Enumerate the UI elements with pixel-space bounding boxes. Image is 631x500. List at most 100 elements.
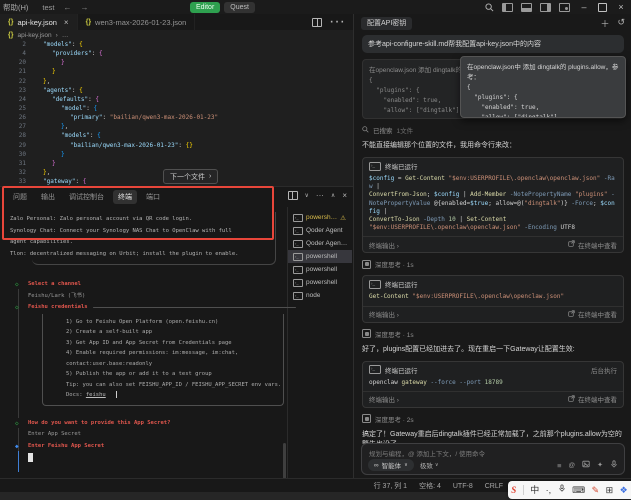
punctuation-icon[interactable]: ·, <box>546 481 552 499</box>
code-line: $config = Get-Content "$env:USERPROFILE\… <box>369 175 617 191</box>
view-in-terminal-link[interactable]: 在终端中查看 <box>568 240 617 250</box>
toggle-panel-icon[interactable] <box>521 3 532 12</box>
keyboard-icon[interactable]: ⌨ <box>572 481 585 499</box>
restore-button[interactable] <box>598 3 607 12</box>
next-file-button[interactable]: 下一个文件 › <box>163 169 218 184</box>
terminal-list-item[interactable]: ›_Qoder Agent <box>288 224 352 237</box>
terminal-dropdown-icon[interactable]: ∨ <box>305 192 309 199</box>
terminal-output-link[interactable]: 终端输出 › <box>369 309 399 319</box>
step-option: Feishu/Lark (飞书) <box>28 291 297 303</box>
rules-list-icon[interactable]: ≡ <box>557 461 561 470</box>
close-panel-icon[interactable]: × <box>342 191 347 200</box>
code-line: ConvertFrom-Json; $config | Add-Member -… <box>369 191 617 199</box>
toggle-secondary-sidebar-icon[interactable] <box>540 3 551 12</box>
line-number: 29 <box>0 141 34 150</box>
more-tools-icon[interactable]: ❖ <box>620 481 628 499</box>
open-in-terminal-icon <box>568 310 575 319</box>
terminal-list-item[interactable]: ›_Qoder Agen… <box>288 237 352 250</box>
maximize-panel-icon[interactable]: ∧ <box>331 192 335 199</box>
minimize-button[interactable]: – <box>578 2 590 12</box>
deep-think-row[interactable]: 深度思考 · 1s <box>362 259 624 269</box>
breadcrumb-more[interactable]: … <box>62 32 69 39</box>
code-text: } <box>34 159 56 168</box>
line-number: 23 <box>0 86 34 95</box>
terminal-list-item[interactable]: ›_powershell <box>288 250 352 263</box>
code-line: openclaw gateway --force --port 18789 <box>369 379 617 387</box>
searched-row[interactable]: 已搜索1文件 <box>362 125 624 135</box>
view-in-terminal-link[interactable]: 在终端中查看 <box>568 394 617 404</box>
skin-icon[interactable]: ✎ <box>592 481 600 499</box>
terminal-scrollbar[interactable] <box>283 443 286 479</box>
sparkle-icon[interactable]: ✦ <box>597 461 603 469</box>
deep-think-row[interactable]: 深度思考 · 2s <box>362 414 624 424</box>
voice-icon[interactable] <box>558 481 566 499</box>
terminal-output[interactable]: Zalo Personal: Zalo personal account via… <box>0 209 297 479</box>
deep-think-row[interactable]: 深度思考 · 1s <box>362 329 624 339</box>
menu-help[interactable]: 帮助(H) <box>3 2 28 13</box>
toggle-sidebar-icon[interactable] <box>502 3 513 12</box>
mention-icon[interactable]: @ <box>569 462 576 469</box>
text-cursor <box>116 391 117 398</box>
editor-tab[interactable]: {}api-key.json× <box>0 14 78 30</box>
history-icon[interactable]: ↺ <box>617 17 625 30</box>
panel-tab-问题[interactable]: 问题 <box>8 190 32 204</box>
panel-tab-调试控制台[interactable]: 调试控制台 <box>64 190 109 204</box>
workspace-label[interactable]: test <box>42 3 54 12</box>
title-badge-quest[interactable]: Quest <box>224 2 255 13</box>
editor-actions: ··· <box>312 14 353 30</box>
more-actions-icon[interactable]: ··· <box>316 191 324 200</box>
image-icon[interactable] <box>582 460 590 470</box>
title-badge-editor[interactable]: Editor <box>190 2 220 13</box>
terminal-cursor <box>28 453 33 462</box>
docs-link[interactable]: feishu <box>86 392 106 398</box>
new-chat-icon[interactable]: ＋ <box>600 17 609 30</box>
terminal-name: Qoder Agent <box>306 227 343 234</box>
panel-actions: ∨ ··· ∧ × <box>288 191 347 200</box>
terminal-name: powershell <box>306 253 337 260</box>
more-actions-icon[interactable]: ··· <box>329 13 345 31</box>
searched-label: 已搜索 <box>373 125 393 135</box>
terminal-output-link[interactable]: 终端输出 › <box>369 394 399 404</box>
editor-tab[interactable]: {}wen3-max-2026-01-23.json <box>78 14 196 30</box>
diamond-icon: ◇ <box>15 302 19 314</box>
model-selector[interactable]: 极致 ∨ <box>420 460 439 470</box>
tab-label: api-key.json <box>17 18 56 27</box>
toolbox-icon[interactable]: ⊞ <box>606 481 614 499</box>
card-header: ›_终端已运行后台执行 <box>363 362 623 378</box>
line-number: 28 <box>0 131 34 140</box>
agent-selector[interactable]: ∞ 智能体 ∨ <box>368 459 414 471</box>
step-option: Enter App Secret <box>28 429 297 441</box>
status-eol-sequence[interactable]: CRLF <box>485 483 503 490</box>
mic-icon[interactable] <box>610 460 618 470</box>
terminal-output-link[interactable]: 终端输出 › <box>369 240 399 250</box>
chat-session-title[interactable]: 配置API密钥 <box>361 17 412 30</box>
chat-header: 配置API密钥 ＋ ↺ <box>354 14 631 32</box>
sogou-logo-icon[interactable]: S <box>511 481 516 499</box>
code-editor[interactable]: 2"models": {4"providers": {20}21}22},23"… <box>0 40 353 186</box>
diamond-icon: ◇ <box>15 418 19 430</box>
status-encoding[interactable]: UTF-8 <box>453 483 473 490</box>
terminal-list-item[interactable]: ›_powersh…⚠ <box>288 211 352 224</box>
customize-layout-icon[interactable] <box>559 3 570 12</box>
terminal-list-item[interactable]: ›_powershell <box>288 276 352 289</box>
panel-tab-输出[interactable]: 输出 <box>36 190 60 204</box>
line-number: 4 <box>0 49 34 58</box>
breadcrumb[interactable]: {} api-key.json › … <box>0 30 361 40</box>
forward-arrow-icon[interactable]: → <box>81 3 89 12</box>
breadcrumb-file[interactable]: api-key.json <box>17 32 51 39</box>
view-in-terminal-link[interactable]: 在终端中查看 <box>568 309 617 319</box>
terminal-list-item[interactable]: ›_node <box>288 289 352 302</box>
split-editor-icon[interactable] <box>312 18 322 27</box>
split-terminal-icon[interactable] <box>288 191 298 200</box>
panel-tab-端口[interactable]: 端口 <box>141 190 165 204</box>
terminal-list-item[interactable]: ›_powershell <box>288 263 352 276</box>
panel-tab-终端[interactable]: 终端 <box>113 190 137 204</box>
chat-input-box[interactable]: 规划与编程，@ 添加上下文，/ 使用命令 ∞ 智能体 ∨ 极致 ∨ ≡ @ <box>361 443 625 475</box>
status-cursor-position[interactable]: 行 37, 列 1 <box>374 481 407 491</box>
close-tab-icon[interactable]: × <box>64 18 69 27</box>
back-arrow-icon[interactable]: ← <box>64 3 72 12</box>
close-button[interactable]: × <box>615 2 627 12</box>
chinese-mode-icon[interactable]: 中 <box>530 481 539 499</box>
search-icon[interactable] <box>485 3 494 12</box>
status-indentation[interactable]: 空格: 4 <box>419 481 441 491</box>
